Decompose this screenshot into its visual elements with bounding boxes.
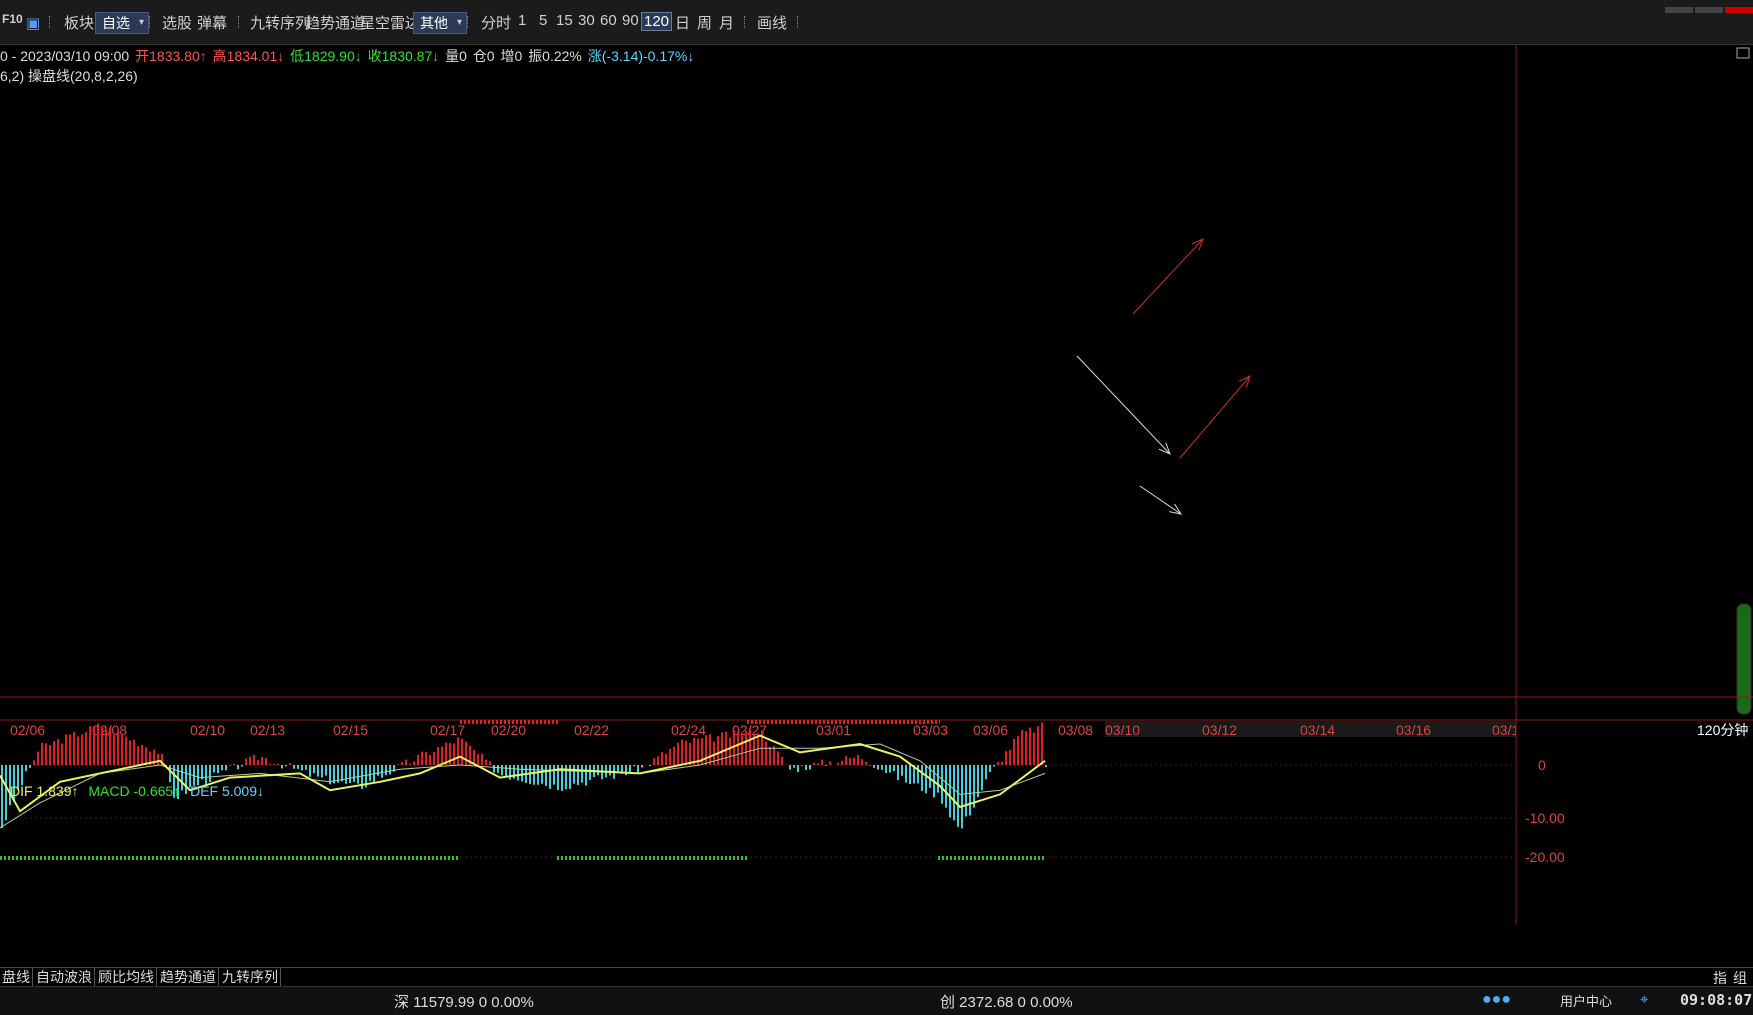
macd-header: DIF 1.839↑ MACD -0.665↑ DEF 5.009↓ [10,783,264,799]
tab-wave[interactable]: 自动波浪 [34,968,95,986]
future-date-label: 03/12 [1202,722,1237,738]
clock: 09:08:07 [1680,991,1753,1009]
period-week[interactable]: 周 [697,12,712,33]
date-label: 02/22 [574,722,609,738]
status-cy: 创 2372.68 0 0.00% [940,994,1073,1011]
status-sz: 深 11579.99 0 0.00% [394,994,534,1011]
drawn-arrow [1179,375,1251,459]
period-60[interactable]: 60 [600,12,617,29]
radar-button[interactable]: 星空雷达 [360,12,420,33]
block-button[interactable]: 板块 [64,12,94,33]
date-label: 02/10 [190,722,225,738]
right-label-a[interactable]: 指 [1713,968,1727,988]
period-30[interactable]: 30 [578,12,595,29]
status-bar: 深 11579.99 0 0.00% 创 2372.68 0 0.00% ●●●… [0,986,1753,1015]
drawn-arrow [1076,355,1171,455]
period-day[interactable]: 日 [675,12,690,33]
right-label-b[interactable]: 组 [1733,968,1747,988]
macd-value: MACD -0.665↑ [88,783,181,799]
tab-gubi[interactable]: 顾比均线 [96,968,157,986]
service-icon[interactable]: ●●● [1482,991,1511,1009]
watch-dropdown[interactable]: 自选 [95,12,149,34]
user-center[interactable]: 用户中心 [1560,991,1612,1010]
date-label: 03/08 [1058,722,1093,738]
drawn-arrow [1132,238,1204,315]
trend-button[interactable]: 趋势通道 [305,12,365,33]
bottom-tabs: 盘线 自动波浪 顾比均线 趋势通道 九转序列 指 组 [0,967,1753,986]
macd-dif: DIF 1.839↑ [10,783,79,799]
window-controls[interactable] [1663,0,1753,18]
future-date-label: 03/14 [1300,722,1335,738]
tab-nine[interactable]: 九转序列 [220,968,281,986]
date-label: 03/06 [973,722,1008,738]
period-5[interactable]: 5 [539,12,547,29]
period-month[interactable]: 月 [719,12,734,33]
macd-def: DEF 5.009↓ [190,783,265,799]
barrage-button[interactable]: 弹幕 [197,12,227,33]
date-label: 02/06 [10,722,45,738]
date-label: 02/15 [333,722,368,738]
date-label: 02/17 [430,722,465,738]
period-90[interactable]: 90 [622,12,639,29]
period-120[interactable]: 120 [641,12,673,31]
macd-tick-label: -10.00 [1525,810,1565,826]
window-icon[interactable]: ▣ [26,14,40,32]
future-date-label: 03/16 [1396,722,1431,738]
f10-button[interactable]: F10 [2,12,23,26]
macd-tick-label: 0 [1538,757,1546,773]
other-dropdown[interactable]: 其他 [413,12,467,34]
tab-pan[interactable]: 盘线 [0,968,33,986]
draw-button[interactable]: 画线 [757,12,787,33]
date-label: 02/24 [671,722,706,738]
date-label: 03/01 [816,722,851,738]
chart-area[interactable]: ↓↓↓↓↓↓↓↓↓↓↑↑↑↑↑↑↑↑↑↑1804.77观望 1910.00190… [0,44,1753,967]
signal-icon: ⌖ [1640,991,1649,1008]
panel-toggle-icon [1736,47,1750,59]
macd-tick-label: -20.00 [1525,849,1565,865]
date-label: 03/03 [913,722,948,738]
date-label: 02/13 [250,722,285,738]
nine-button[interactable]: 九转序列 [250,12,310,33]
drawn-arrow [1139,485,1182,515]
future-date-label: 03/10 [1105,722,1140,738]
toolbar: F10 ▣ 板块 自选 选股 弹幕 九转序列 趋势通道 星空雷达 其他 分时 1… [0,0,1753,45]
period-15[interactable]: 15 [556,12,573,29]
pick-button[interactable]: 选股 [162,12,192,33]
tab-trend[interactable]: 趋势通道 [158,968,219,986]
date-label: 02/20 [491,722,526,738]
period-1[interactable]: 1 [518,12,526,29]
period-label: 120分钟 [1697,722,1748,738]
intraday-button[interactable]: 分时 [481,12,511,33]
